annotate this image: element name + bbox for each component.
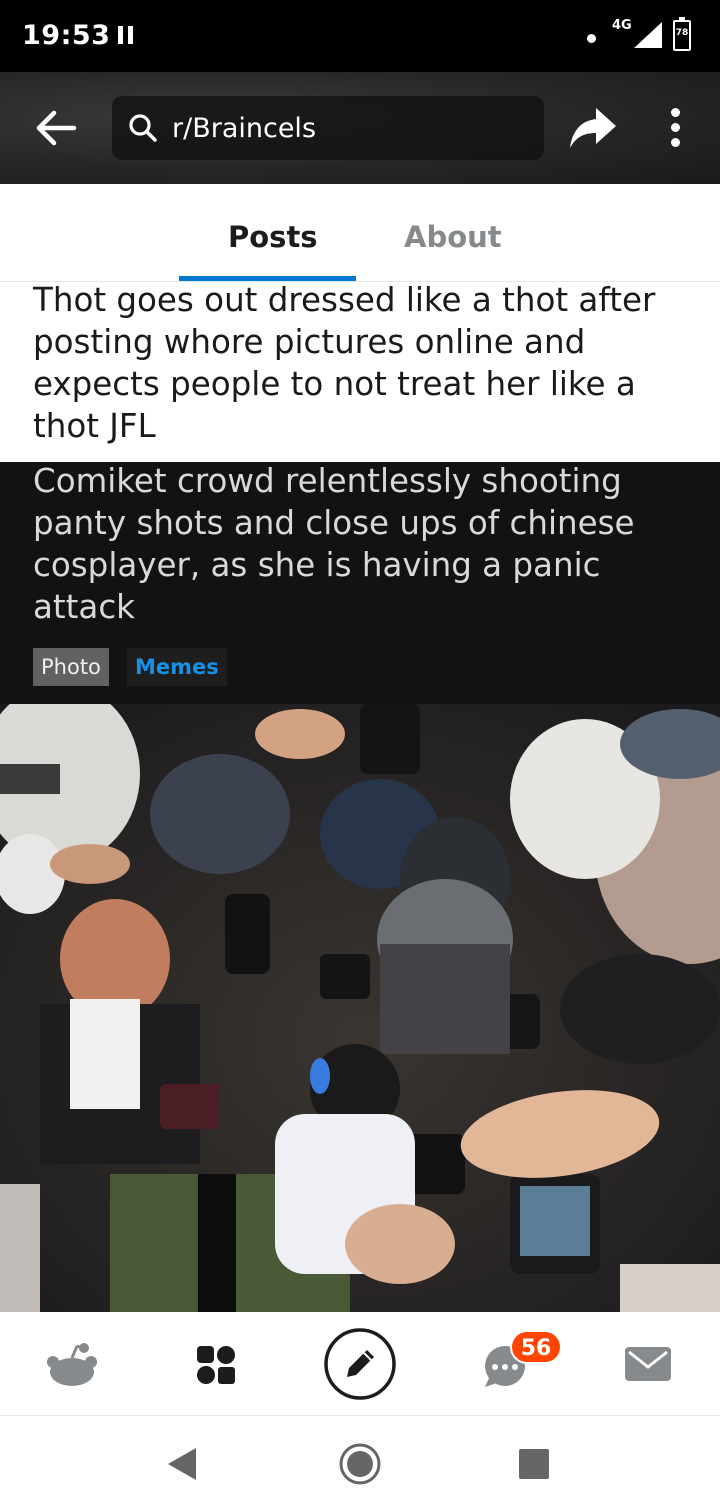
subreddit-tabs: Posts About [0,184,720,282]
subreddit-header: r/Braincels [0,72,720,184]
more-vertical-icon[interactable] [668,108,684,148]
post-title[interactable]: Comiket crowd relentlessly shooting pant… [33,460,693,628]
search-text: r/Braincels [172,113,317,144]
post-card[interactable]: Comiket crowd relentlessly shooting pant… [0,462,720,704]
status-time: 19:53 [22,20,111,51]
share-icon[interactable] [566,106,618,150]
system-navigation [0,1416,720,1512]
search-input[interactable]: r/Braincels [112,96,544,160]
home-circle-icon[interactable] [338,1442,382,1486]
tab-posts[interactable]: Posts [228,220,318,254]
post-title[interactable]: Thot goes out dressed like a thot after … [33,279,693,447]
chat-badge: 56 [510,1330,562,1364]
post-image[interactable] [0,704,720,1312]
create-post-icon[interactable] [323,1327,397,1401]
notification-dot-icon [587,34,596,43]
back-triangle-icon[interactable] [166,1446,198,1482]
bottom-navigation: 56 [0,1312,720,1416]
status-bar: 19:53 4G 78 [0,0,720,72]
home-icon[interactable] [46,1342,98,1388]
pause-icon [118,26,134,44]
network-type: 4G [612,18,632,33]
signal-icon [634,22,662,48]
tab-about[interactable]: About [404,220,502,254]
communities-icon[interactable] [196,1345,236,1385]
battery-level: 78 [675,28,689,38]
battery-icon: 78 [673,17,691,51]
inbox-icon[interactable] [625,1347,671,1381]
flair-memes[interactable]: Memes [127,648,227,686]
post-card[interactable]: Thot goes out dressed like a thot after … [0,279,720,462]
flair-photo[interactable]: Photo [33,648,109,686]
back-arrow-icon[interactable] [34,108,78,148]
search-icon [129,114,157,142]
crowd-photo [0,704,720,1312]
recents-square-icon[interactable] [518,1448,550,1480]
